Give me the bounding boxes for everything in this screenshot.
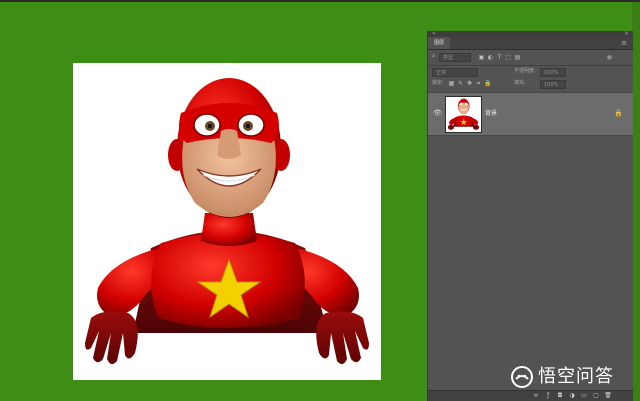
mask-icon[interactable]: ◘ — [556, 392, 564, 400]
shape-filter-icon[interactable]: ⬚ — [505, 54, 512, 61]
visibility-eye-icon[interactable]: 👁 — [433, 109, 442, 117]
fx-icon[interactable]: ƒ — [544, 392, 552, 400]
right-edge-strip — [632, 2, 640, 401]
group-icon[interactable]: ▭ — [580, 392, 588, 400]
layer-lock-icon: 🔒 — [614, 109, 623, 117]
link-icon[interactable]: ∞ — [532, 392, 540, 400]
adjustment-icon[interactable]: ◑ — [568, 392, 576, 400]
blend-row: 正常 不透明度: 100% — [428, 67, 633, 78]
layer-thumbnail — [445, 96, 482, 133]
opacity-field[interactable]: 100% — [540, 68, 566, 77]
watermark-text: 悟空问答 — [538, 366, 614, 387]
superhero-image — [85, 78, 369, 365]
filter-row: ⌕ 类型 ▣ ◐ T ⬚ ▤ ● — [428, 52, 633, 64]
search-icon: ⌕ — [432, 53, 435, 59]
lock-all-icon[interactable]: 🔒 — [484, 80, 491, 87]
blend-mode-select[interactable]: 正常 — [432, 68, 478, 77]
lock-paint-icon[interactable]: ✎ — [457, 80, 464, 87]
adjustment-filter-icon[interactable]: ◐ — [487, 54, 494, 61]
new-layer-icon[interactable]: ▢ — [592, 392, 600, 400]
layers-footer: ∞ ƒ ◘ ◑ ▭ ▢ 🗑 — [428, 390, 633, 401]
layers-panel: « × 图层 ≡ ⌕ 类型 ▣ ◐ T ⬚ ▤ ● 正常 不透明度: 100% … — [427, 31, 633, 401]
wukong-logo-icon — [511, 366, 533, 388]
tab-layers[interactable]: 图层 — [428, 37, 450, 49]
type-filter-icon[interactable]: T — [496, 54, 503, 61]
layer-name[interactable]: 背景 — [485, 109, 497, 118]
lock-transparent-icon[interactable]: ▦ — [448, 80, 455, 87]
document-canvas[interactable] — [73, 63, 381, 380]
lock-row: 锁定: ▦ ✎ ✥ ⌗ 🔒 填充: 100% — [428, 79, 633, 90]
panel-menu-icon[interactable]: ≡ — [621, 39, 627, 47]
thumbnail-image — [447, 98, 480, 130]
kind-filter-select[interactable]: 类型 — [439, 53, 471, 62]
opacity-label: 不透明度: — [514, 68, 536, 74]
divider — [428, 65, 633, 66]
app-top-border — [0, 0, 640, 2]
lock-position-icon[interactable]: ✥ — [466, 80, 473, 87]
watermark: 悟空问答 — [510, 364, 614, 390]
fill-label: 填充: — [514, 80, 526, 86]
filter-toggle-icon[interactable]: ● — [606, 54, 613, 61]
lock-artboard-icon[interactable]: ⌗ — [475, 80, 482, 87]
layer-row[interactable]: 👁 背景 🔒 — [428, 92, 633, 136]
panel-tab-bar: 图层 ≡ — [428, 37, 633, 50]
smartobject-filter-icon[interactable]: ▤ — [514, 54, 521, 61]
fill-field[interactable]: 100% — [540, 80, 566, 89]
trash-icon[interactable]: 🗑 — [604, 392, 612, 400]
lock-label: 锁定: — [432, 80, 444, 86]
pixel-filter-icon[interactable]: ▣ — [478, 54, 485, 61]
